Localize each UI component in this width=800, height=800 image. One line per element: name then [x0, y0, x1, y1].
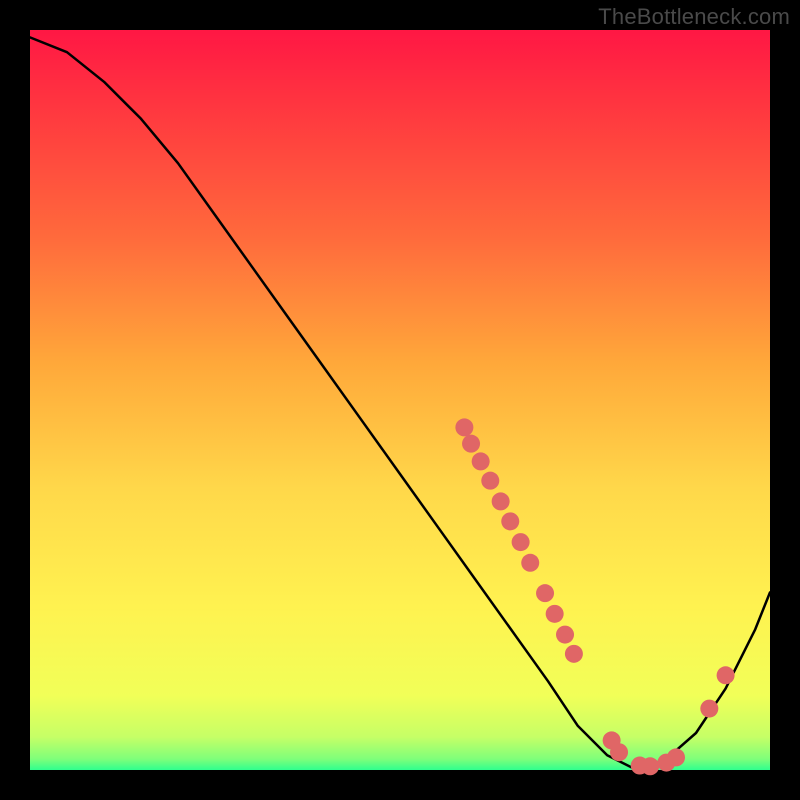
data-marker — [700, 700, 718, 718]
data-marker — [536, 584, 554, 602]
bottleneck-chart — [0, 0, 800, 800]
data-marker — [610, 743, 628, 761]
data-marker — [455, 418, 473, 436]
data-marker — [492, 492, 510, 510]
chart-frame: { "watermark": "TheBottleneck.com", "cha… — [0, 0, 800, 800]
data-marker — [717, 666, 735, 684]
watermark-text: TheBottleneck.com — [598, 4, 790, 30]
data-marker — [501, 512, 519, 530]
data-marker — [462, 435, 480, 453]
data-marker — [512, 533, 530, 551]
data-marker — [472, 452, 490, 470]
data-marker — [667, 748, 685, 766]
data-marker — [565, 645, 583, 663]
data-marker — [546, 605, 564, 623]
data-marker — [641, 757, 659, 775]
plot-background — [30, 30, 770, 770]
data-marker — [521, 554, 539, 572]
data-marker — [481, 472, 499, 490]
data-marker — [556, 626, 574, 644]
